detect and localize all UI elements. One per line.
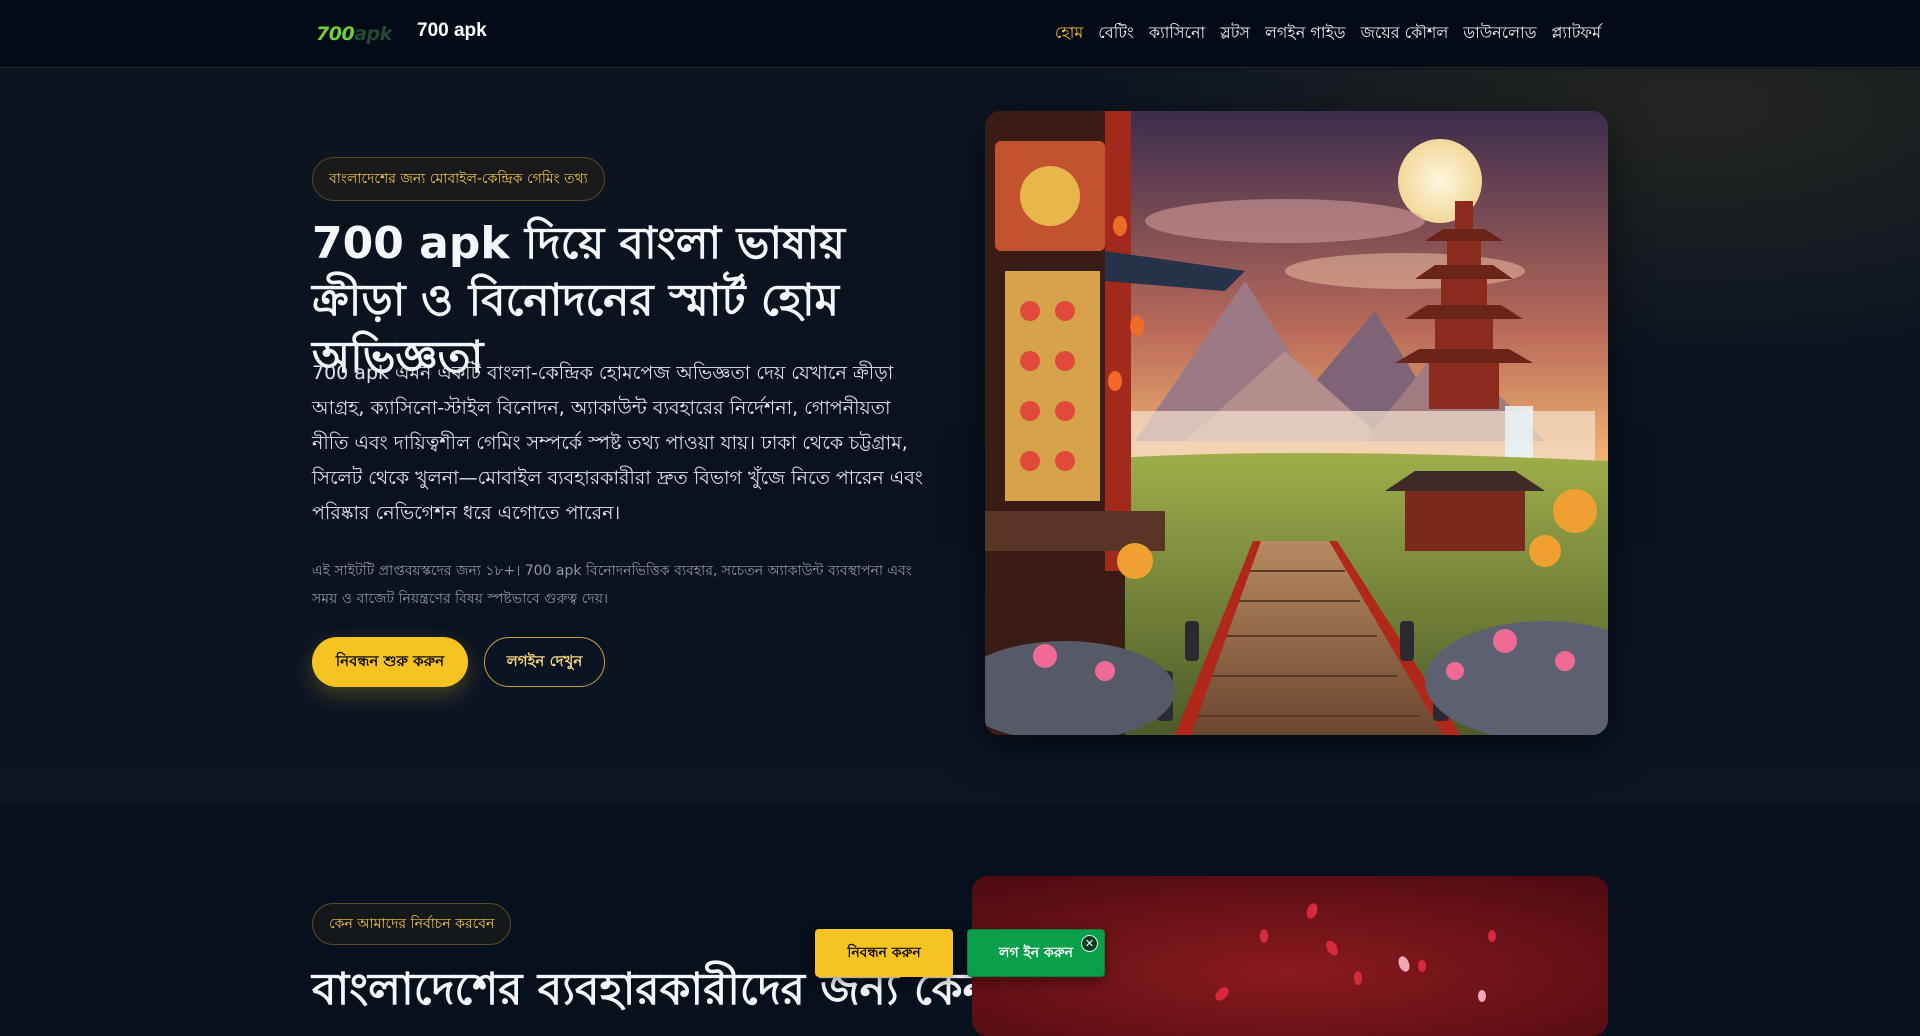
why-choose-tag: কেন আমাদের নির্বাচন করবেন xyxy=(312,903,512,945)
nav-item-betting[interactable]: বেটিং xyxy=(1098,20,1134,47)
nav-item-slots[interactable]: স্লটস xyxy=(1220,20,1250,47)
logo-mark: 700apk xyxy=(316,23,392,45)
floating-register-button[interactable]: নিবন্ধন করুন xyxy=(815,929,953,977)
hero-description: 700 apk এমন একটি বাংলা-কেন্দ্রিক হোমপেজ … xyxy=(312,362,923,524)
nav-item-casino[interactable]: ক্যাসিনো xyxy=(1149,20,1205,47)
nav-item-home[interactable]: হোম xyxy=(1055,20,1083,47)
nav-item-platform[interactable]: প্ল্যাটফর্ম xyxy=(1552,20,1602,47)
nav-item-winning-tips[interactable]: জয়ের কৌশল xyxy=(1361,20,1449,47)
view-login-button[interactable]: লগইন দেখুন xyxy=(484,637,605,687)
hero-image xyxy=(985,111,1608,735)
hero-tag: বাংলাদেশের জন্য মোবাইল-কেন্দ্রিক গেমিং ত… xyxy=(312,157,605,201)
hero-section: বাংলাদেশের জন্য মোবাইল-কেন্দ্রিক গেমিং ত… xyxy=(0,69,1920,804)
site-logo[interactable]: 700apk xyxy=(316,20,392,48)
why-choose-section: কেন আমাদের নির্বাচন করবেন বাংলাদেশের ব্য… xyxy=(0,804,1920,1036)
nav-item-login-guide[interactable]: লগইন গাইড xyxy=(1265,20,1346,47)
close-icon[interactable]: ✕ xyxy=(1081,935,1098,952)
site-name[interactable]: 700 apk xyxy=(417,20,487,42)
age-notice: এই সাইটটি প্রাপ্তবয়স্কদের জন্য ১৮+। 700… xyxy=(312,563,912,607)
main-nav: হোম বেটিং ক্যাসিনো স্লটস লগইন গাইড জয়ের… xyxy=(1055,20,1601,47)
asian-temple-landscape-illustration xyxy=(985,111,1608,735)
start-registration-button[interactable]: নিবন্ধন শুরু করুন xyxy=(312,637,468,687)
nav-item-download[interactable]: ডাউনলোড xyxy=(1463,20,1536,47)
site-header: 700apk 700 apk হোম বেটিং ক্যাসিনো স্লটস … xyxy=(0,0,1920,68)
